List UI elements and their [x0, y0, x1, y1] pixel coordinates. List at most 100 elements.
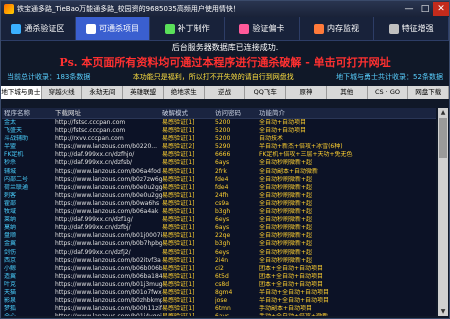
download-link[interactable]: https://www.lanzous.com/b0220... [55, 143, 162, 151]
table-row[interactable]: 小鲸 https://www.lanzous.com/b06b006b 易感验证[1… [2, 265, 436, 273]
connection-status: 后台服务器数据库已连接成功. [171, 43, 279, 52]
table-cell: 全自动+自动项目 [259, 127, 307, 135]
download-link[interactable]: https://www.lanzous.com/b0wa6hs [55, 200, 162, 208]
download-link[interactable]: https://www.lanzous.com/b0z7zw6g [55, 176, 162, 184]
close-button[interactable]: ✕ [433, 2, 449, 16]
table-cell: 易感验证[1] [162, 167, 195, 175]
category-tab-1[interactable]: 穿越火线 [42, 86, 83, 99]
table-cell: 全自动秒刷微新+超 [259, 175, 313, 183]
download-link[interactable]: https://www.lanzous.com/b06b006b [55, 265, 162, 273]
download-link[interactable]: http://fstsc.cccpan.com [55, 119, 162, 127]
category-tab-5[interactable]: 逆战 [205, 86, 246, 99]
table-row[interactable]: 荷兰联通 https://www.lanzous.com/b0e0u2gg 易感验证… [2, 184, 436, 192]
table-row[interactable]: 剑伤 http://daf.999xx.cn/dzfj2/易感验证[1] 6eys 全… [2, 249, 436, 257]
scroll-down-arrow-icon[interactable]: ▼ [438, 307, 448, 316]
download-link[interactable]: http://daf.999xx.cn/dzfbj/ [55, 224, 162, 232]
column-header[interactable]: 下载网址 [55, 108, 162, 118]
table-row[interactable]: 梦狐 https://www.lanzous.com/b00h11zif 易感验证[… [2, 305, 436, 313]
category-tab-2[interactable]: 永劫无间 [82, 86, 124, 99]
download-link[interactable]: http://daf.999xx.cn/dzfhjo/ [55, 151, 162, 159]
table-row[interactable]: 辅城 https://www.lanzous.com/b06a4fod 易感验证[1… [2, 168, 436, 176]
tab-5[interactable]: 特征增强 [374, 17, 450, 40]
table-row[interactable]: 刺客 https://www.lanzous.com/b0e0u2gg 易感验证[1… [2, 192, 436, 200]
column-header[interactable]: 功能简介 [259, 108, 436, 118]
tab-4[interactable]: 内存监视 [300, 17, 375, 40]
table-row[interactable]: 半盟 https://www.lanzous.com/b0220... 易感验证[2… [2, 143, 436, 151]
gear-icon [388, 23, 399, 34]
table-row[interactable]: 斗战辅助 http://rxvv.cccpan.com 易感验证[1] 5200 自动技… [2, 135, 436, 143]
table-row[interactable]: 盘顺 https://www.lanzous.com/b01j0007i 易感验证[… [2, 232, 436, 240]
download-link[interactable]: https://www.lanzous.com/b06ba184b [55, 273, 162, 281]
tab-0[interactable]: 通杀验证区 [1, 17, 76, 40]
download-link[interactable]: https://www.lanzous.com/b0b7hpbg [55, 240, 162, 248]
download-link[interactable]: https://www.lanzous.com/b0e0u2gg [55, 184, 162, 192]
table-row[interactable]: FK定机 http://daf.999xx.cn/dzfhjo/易感验证[1] 66… [2, 151, 436, 159]
table-row[interactable]: 影泉 https://www.lanzous.com/b0zhbkmpe 易感验证[… [2, 297, 436, 305]
category-tabs: 地下城与勇士 穿越火线 永劫无间 英雄联盟 绝地求生 逆战 QQ飞车 原神 其他 CS · GO 网… [1, 86, 450, 99]
table-cell: 5200 [215, 135, 231, 143]
category-tab-7[interactable]: 原神 [286, 86, 327, 99]
scroll-up-arrow-icon[interactable]: ▲ [438, 108, 448, 117]
table-cell: 易感验证[1] [162, 208, 195, 216]
table-row[interactable]: 造翼 https://www.lanzous.com/b06ba184b 易感验证[… [2, 273, 436, 281]
category-tab-4[interactable]: 绝地求生 [164, 86, 205, 99]
category-tab-0[interactable]: 地下城与勇士 [1, 86, 42, 99]
monitor-icon [314, 23, 325, 34]
minimize-button[interactable]: — [401, 2, 417, 16]
download-link[interactable]: https://www.lanzous.com/b01j0007i [55, 232, 162, 240]
download-link[interactable]: https://www.lanzous.com/b0zhbkmpe [55, 297, 162, 305]
table-row[interactable]: 莫纳 http://daf.999xx.cn/dzfbj/易感验证[1] 6ays 全… [2, 224, 436, 232]
table-row[interactable]: 金翼 https://www.lanzous.com/b0b7hpbg 易感验证[1… [2, 240, 436, 248]
table-row[interactable]: 全心https://www.lanzous.com/b01j4ygoi易感验证[… [2, 313, 436, 316]
tab-2[interactable]: 补丁制作 [150, 17, 226, 40]
category-tab-8[interactable]: 其他 [327, 86, 368, 99]
maximize-button[interactable]: □ [417, 2, 433, 16]
table-row[interactable]: 飞盛天 http://fstsc.cccpan.com 易感验证[1] 5200 全自动… [2, 127, 436, 135]
table-cell: 8gm4 [215, 288, 233, 296]
column-header[interactable]: 破解模式 [162, 108, 215, 118]
project-table: 程序名称 下载网址 破解模式 访问密码 功能简介 金太 http://fstsc.cccp… [2, 108, 436, 316]
download-link[interactable]: https://www.lanzous.com/b02itvf3a [55, 257, 162, 265]
table-cell: 易感验证[1] [162, 191, 195, 199]
category-tab-3[interactable]: 英雄联盟 [123, 86, 164, 99]
download-link[interactable]: http://daf.999xx.cn/dzfj2/ [55, 249, 162, 257]
table-row[interactable]: 牧域 https://www.lanzous.com/b06a4ak 易感验证[1]… [2, 208, 436, 216]
ps-banner-link[interactable]: Ps. 本页面所有资料均可通过本程序进行通杀破解 - 单击可打开网址 [1, 55, 449, 71]
table-row[interactable]: 西京 https://www.lanzous.com/b02itvf3a 易感验证[… [2, 257, 436, 265]
download-link[interactable]: https://www.lanzous.com/b0e0u2gg [55, 192, 162, 200]
table-row[interactable]: 内部二号 https://www.lanzous.com/b0z7zw6g 易感验证… [2, 176, 436, 184]
download-link[interactable]: https://www.lanzous.com/b00h11zif [55, 305, 162, 313]
table-row[interactable]: 天猫 https://www.lanzous.com/b01o7fwxj 易感验证[… [2, 289, 436, 297]
table-cell: 易感验证[1] [162, 264, 195, 272]
table-row[interactable]: 霍部 https://www.lanzous.com/b0wa6hs 易感验证[1]… [2, 200, 436, 208]
table-cell: 易感验证[1] [162, 240, 195, 248]
table-cell: 易感验证[1] [162, 272, 195, 280]
table-cell: 易感验证[1] [162, 151, 195, 159]
table-row[interactable]: 叶克 https://www.lanzous.com/b01j3mugh 易感验证[… [2, 281, 436, 289]
tab-label: 补丁制作 [177, 24, 210, 33]
table-row[interactable]: 莱纳 http://daf.999xx.cn/dzf1g/易感验证[1] 6eys 全… [2, 216, 436, 224]
table-cell: 叶克 [4, 280, 17, 288]
table-cell: fde4 [215, 175, 229, 183]
tab-1[interactable]: 可通杀项目 [75, 17, 151, 40]
column-header[interactable]: 访问密码 [215, 108, 259, 118]
app-logo-icon [4, 4, 14, 14]
category-tab-10[interactable]: 网盘下载 [408, 86, 450, 99]
download-link[interactable]: https://www.lanzous.com/b06a4fod [55, 168, 162, 176]
download-link[interactable]: https://www.lanzous.com/b01j4ygoi [55, 313, 162, 316]
table-row[interactable]: 秒杀 http://daf.999xx.cn/dzfsb/易感验证[1] 6ays 全… [2, 159, 436, 167]
vertical-scrollbar[interactable]: ▲ ▼ [438, 108, 448, 316]
download-link[interactable]: https://www.lanzous.com/b01j3mugh [55, 281, 162, 289]
table-row[interactable]: 金太 http://fstsc.cccpan.com 易感验证[1] 5200 全自动+… [2, 119, 436, 127]
tab-3[interactable]: 验证偏卡 [225, 17, 300, 40]
category-tab-6[interactable]: QQ飞车 [245, 86, 287, 99]
download-link[interactable]: http://rxvv.cccpan.com [55, 135, 162, 143]
column-header[interactable]: 程序名称 [2, 108, 55, 118]
download-link[interactable]: https://www.lanzous.com/b01o7fwxj [55, 289, 162, 297]
scroll-thumb[interactable] [439, 118, 447, 158]
category-tab-9[interactable]: CS · GO [368, 86, 409, 99]
download-link[interactable]: http://daf.999xx.cn/dzfsb/ [55, 159, 162, 167]
download-link[interactable]: http://fstsc.cccpan.com [55, 127, 162, 135]
download-link[interactable]: https://www.lanzous.com/b06a4ak [55, 208, 162, 216]
download-link[interactable]: http://daf.999xx.cn/dzf1g/ [55, 216, 162, 224]
